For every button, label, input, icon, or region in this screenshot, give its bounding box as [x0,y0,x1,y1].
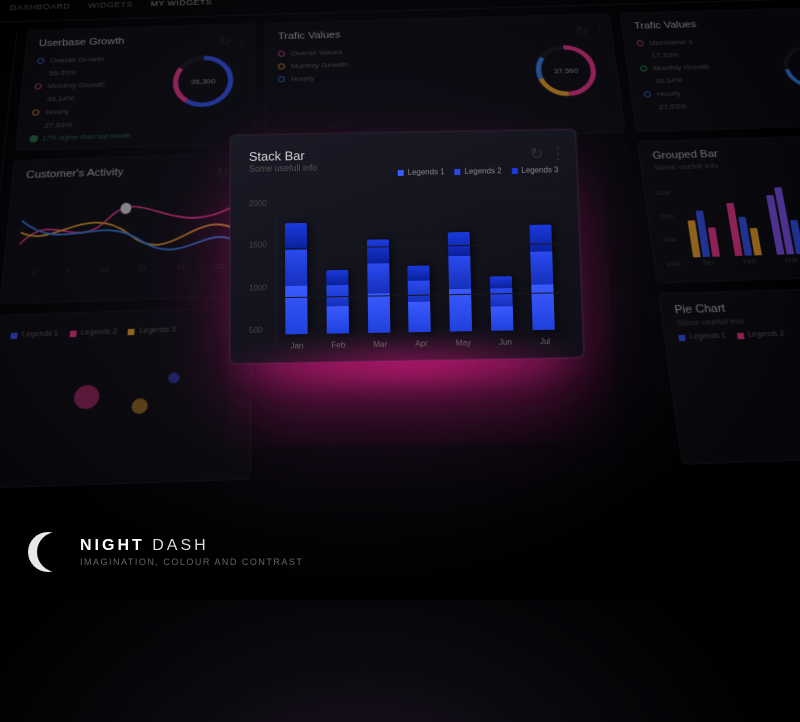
line-chart [17,180,240,268]
donut-center-value: 37,560 [529,41,604,101]
bar [490,276,514,331]
grouped-bar-chart: 2500200015001000 Jan Feb Mar [658,185,800,268]
metric-value: 27.93% [44,116,241,130]
refresh-icon[interactable] [215,164,226,174]
panel-pie-chart: Pie Chart Some usefull info Legends 1 Le… [658,286,800,465]
y-axis: 200015001000500 [249,199,275,350]
panel-title: Customer's Activity [26,163,241,181]
donut-chart: 35,300 [167,51,238,111]
legend-item: Legends 3 [139,326,176,334]
bar [448,232,472,332]
panel-trafic-values-1: Trafic Values Overall Values Monthly Gro… [264,13,625,143]
bubble-chart [0,342,238,447]
more-icon[interactable] [550,144,562,156]
bar [367,239,390,333]
metric-label: Monthly Growth [653,63,710,72]
metric-label: Username 1 [649,38,693,47]
stacked-bar-chart: 200015001000500 JanFebMarAprMayJunJul [249,194,564,349]
nav-tab-dashboard[interactable]: DASHBOARD [10,2,71,12]
metric-label: Overall Values [291,48,343,57]
nav-tab-mywidgets[interactable]: MY WIDGETS [150,0,212,7]
legend-item: Legends 2 [80,328,117,336]
legend-item: Legends 2 [747,330,784,338]
panel-grouped-bar: Grouped Bar Some usefull info Legends 1 … [637,134,800,283]
panel-userbase-growth: Userbase Growth Overall Growth 55.55% Mo… [15,23,255,151]
legend-item: Legends 1 [22,330,59,338]
metric-label: Monthly Growth [291,61,347,70]
brand-title: NIGHT DASH [80,537,303,555]
metric-value: 27.93% [658,98,800,111]
more-icon[interactable] [234,33,244,42]
bar [529,225,554,331]
brand-tagline: IMAGINATION, COLOUR AND CONTRAST [80,557,303,567]
refresh-icon[interactable] [574,23,585,32]
metric-label: Overall Growth [50,55,104,64]
refresh-icon[interactable] [218,33,228,42]
metric-label: Hourly [45,108,69,117]
panel-stack-bar-hero: Stack Bar Some usefull info Legends 1 Le… [230,129,584,364]
bar [285,223,308,335]
panel-legend-bottom: Legends 1 Legends 2 Legends 3 [0,307,252,489]
panel-title: Trafic Values [633,16,800,31]
crescent-icon [28,532,68,572]
sidebar-item-dashboard[interactable]: Dashboard [0,51,14,74]
metric-value: 45.14% [655,72,800,85]
metric-label: Monthly Growth [48,81,106,90]
trend-up-icon [29,135,38,142]
metric-label: Hourly [656,89,681,98]
metric-label: Hourly [291,74,314,82]
growth-note: 17% higher than last month [29,132,130,142]
panel-title: Trafic Values [278,23,599,42]
brand-logo: NIGHT DASH IMAGINATION, COLOUR AND CONTR… [28,532,303,572]
bar [326,270,349,334]
sidebar-item-networking[interactable]: Networking [0,30,16,53]
nav-tab-widgets[interactable]: WIDGETS [88,0,133,9]
donut-center-value: 35,300 [167,51,238,111]
more-icon[interactable] [590,22,601,31]
bar [408,266,431,333]
panel-customers-activity: Customer's Activity 2422232425 [0,153,254,305]
chart-legend: Legends 1 Legends 2 Legends 3 [398,165,559,177]
donut-chart: 37,560 [529,41,604,101]
panel-title: Pie Chart [674,297,800,316]
legend-item: Legends 1 [689,332,726,340]
panel-title: Userbase Growth [38,33,242,49]
panel-trafic-values-2: Trafic Values Username 1 17.33% Monthly … [619,7,800,133]
refresh-icon[interactable] [530,144,542,156]
